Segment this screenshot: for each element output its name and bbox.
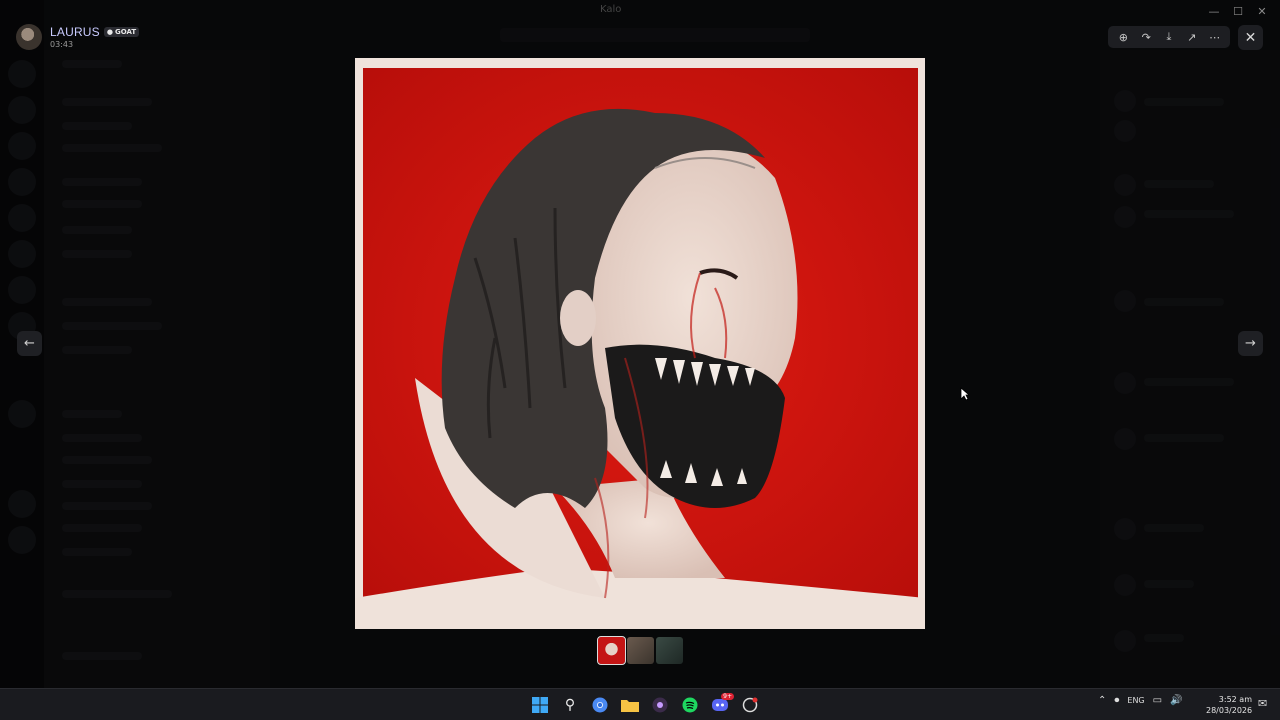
file-explorer-icon[interactable] (618, 693, 642, 717)
window-close-icon[interactable]: ✕ (1250, 2, 1274, 20)
obs-icon[interactable] (648, 693, 672, 717)
taskbar: ⚲ 9+ ⌃ ⏺ ENG ▭ 🔊 3:52 am 28/03/2026 ✉ (0, 688, 1280, 720)
network-icon[interactable]: ▭ (1153, 695, 1162, 706)
previous-arrow-icon[interactable]: ← (17, 331, 42, 356)
notification-icon[interactable]: ✉ (1258, 697, 1267, 710)
chrome-icon[interactable] (588, 693, 612, 717)
chevron-up-icon[interactable]: ⌃ (1098, 695, 1106, 706)
recorder-icon[interactable] (738, 693, 762, 717)
thumbnail-1[interactable] (597, 636, 626, 665)
window-controls: — ☐ ✕ (1202, 2, 1274, 20)
start-icon[interactable] (528, 693, 552, 717)
zoom-icon[interactable]: ⊕ (1113, 31, 1133, 44)
minimize-icon[interactable]: — (1202, 2, 1226, 20)
discord-icon[interactable]: 9+ (708, 693, 734, 717)
viewer-author: LAURUS ● GOAT 03:43 (16, 22, 140, 52)
forward-icon[interactable]: ↷ (1136, 31, 1156, 44)
artwork-image (355, 58, 925, 629)
author-name[interactable]: LAURUS (50, 25, 100, 39)
clan-tag-label: GOAT (115, 28, 137, 36)
microphone-icon[interactable]: ⏺ (1114, 695, 1119, 706)
clock-date: 28/03/2026 (1206, 706, 1253, 715)
mouse-cursor-icon (960, 387, 970, 401)
viewer-toolbar: ⊕ ↷ ⤓ ↗ ⋯ (1108, 26, 1230, 48)
volume-icon[interactable]: 🔊 (1170, 695, 1182, 706)
taskbar-apps: ⚲ 9+ (528, 693, 762, 717)
clan-tag: ● GOAT (103, 27, 140, 37)
thumbnail-3[interactable] (656, 637, 683, 664)
search-icon[interactable]: ⚲ (558, 693, 582, 717)
avatar[interactable] (16, 24, 42, 50)
thumbnail-2[interactable] (627, 637, 654, 664)
goat-icon: ● (106, 28, 113, 36)
window-title: Kalo (600, 4, 622, 15)
open-external-icon[interactable]: ↗ (1182, 31, 1202, 44)
maximize-icon[interactable]: ☐ (1226, 2, 1250, 20)
spotify-icon[interactable] (678, 693, 702, 717)
clock-time: 3:52 am (1218, 695, 1252, 704)
download-icon[interactable]: ⤓ (1159, 30, 1179, 44)
next-arrow-icon[interactable]: → (1238, 331, 1263, 356)
image-preview[interactable] (355, 58, 925, 629)
close-icon[interactable]: ✕ (1238, 25, 1263, 50)
message-timestamp: 03:43 (50, 40, 74, 49)
language-indicator[interactable]: ENG (1127, 696, 1144, 705)
clock[interactable]: 3:52 am 28/03/2026 (1206, 694, 1252, 716)
discord-badge: 9+ (721, 693, 734, 700)
more-icon[interactable]: ⋯ (1205, 31, 1225, 44)
system-tray: ⌃ ⏺ ENG ▭ 🔊 (1098, 695, 1183, 706)
thumbnail-strip (597, 636, 683, 665)
